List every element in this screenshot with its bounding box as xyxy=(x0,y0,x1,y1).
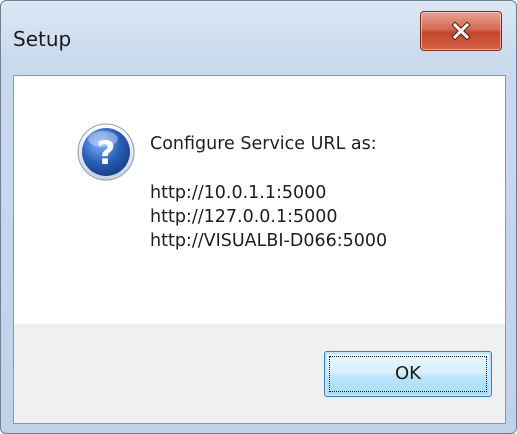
setup-dialog: Setup ? Configure Service URL as: http:/… xyxy=(0,0,517,434)
svg-text:?: ? xyxy=(97,134,116,172)
ok-button-label: OK xyxy=(395,363,421,384)
service-url-3: http://VISUALBI-D066:5000 xyxy=(150,231,388,251)
ok-button[interactable]: OK xyxy=(324,351,492,397)
message-heading: Configure Service URL as: xyxy=(150,134,377,154)
service-url-1: http://10.0.1.1:5000 xyxy=(150,183,327,203)
message-text: Configure Service URL as: http://10.0.1.… xyxy=(150,132,387,253)
title-bar[interactable]: Setup xyxy=(1,1,516,75)
window-title: Setup xyxy=(13,27,72,51)
close-icon xyxy=(451,21,471,41)
message-area: ? Configure Service URL as: http://10.0.… xyxy=(14,76,505,324)
dialog-body: ? Configure Service URL as: http://10.0.… xyxy=(13,75,506,424)
service-url-2: http://127.0.0.1:5000 xyxy=(150,207,338,227)
question-icon: ? xyxy=(77,123,135,181)
close-button[interactable] xyxy=(420,11,502,51)
